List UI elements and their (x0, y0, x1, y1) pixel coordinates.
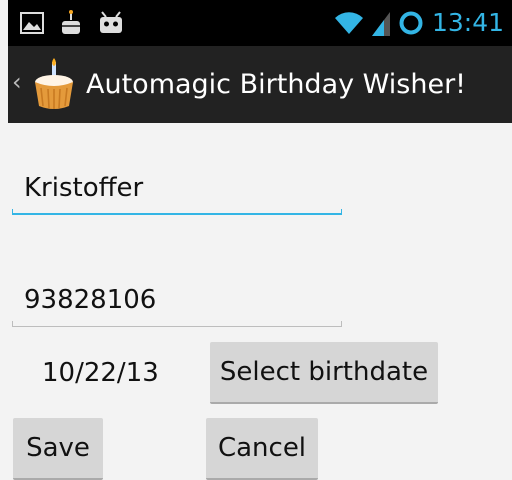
birthdate-label: 10/22/13 (42, 358, 159, 388)
android-debug-icon (100, 11, 122, 33)
name-input-left-tick (12, 209, 13, 215)
app-window: 13:41 ‹ Automagic Birthday Wisher! Krist… (8, 0, 512, 480)
wifi-icon (334, 12, 363, 34)
birthday-cake-icon[interactable] (30, 58, 78, 110)
cancel-button[interactable]: Cancel (206, 418, 318, 480)
signal-icon (371, 12, 390, 36)
phone-input-value[interactable]: 93828106 (12, 283, 342, 317)
status-clock: 13:41 (431, 8, 504, 37)
name-input-underline (12, 213, 342, 215)
system-icons: 13:41 (334, 8, 504, 38)
phone-input-left-tick (12, 321, 13, 327)
name-input[interactable]: Kristoffer (12, 171, 342, 215)
up-navigation-icon[interactable]: ‹ (12, 68, 22, 96)
phone-input[interactable]: 93828106 (12, 283, 342, 327)
main-form: Kristoffer 93828106 10/22/13 Select birt… (8, 123, 512, 480)
image-notification-icon (20, 12, 44, 34)
sync-ring-icon (399, 11, 423, 35)
phone-input-underline (12, 326, 342, 327)
save-button[interactable]: Save (13, 418, 103, 480)
name-input-value[interactable]: Kristoffer (12, 171, 342, 205)
cake-notification-icon (62, 10, 80, 34)
phone-input-right-tick (341, 321, 342, 327)
select-birthdate-button[interactable]: Select birthdate (210, 342, 438, 404)
action-bar[interactable]: ‹ Automagic Birthday Wisher! (8, 46, 512, 123)
app-title: Automagic Birthday Wisher! (86, 69, 466, 100)
status-bar: 13:41 (8, 0, 512, 46)
notification-icons (20, 10, 124, 36)
name-input-right-tick (341, 209, 342, 215)
